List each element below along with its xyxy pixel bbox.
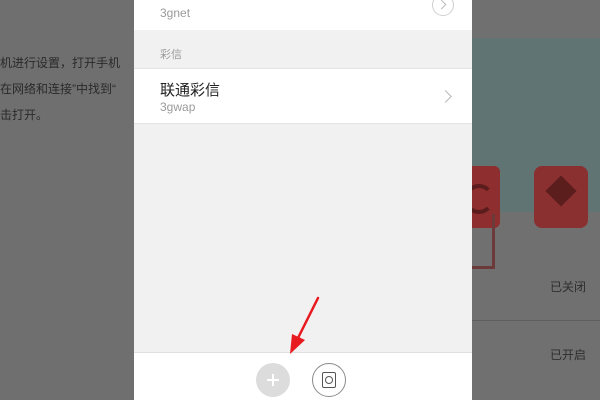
- apn-settings-screen: 3gnet 彩信 联通彩信 3gwap: [134, 0, 472, 400]
- mms-section-label: 彩信: [160, 49, 182, 61]
- divider: [134, 123, 472, 124]
- article-line-3: 击打开。: [0, 108, 49, 122]
- apn-item-subtitle: 3gwap: [160, 100, 196, 114]
- article-line-2: 在网络和连接”中找到“: [0, 82, 116, 96]
- status-off-label: 已关闭: [550, 280, 587, 294]
- add-apn-button[interactable]: [256, 363, 290, 397]
- background-divider: [472, 320, 600, 321]
- scan-icon[interactable]: [312, 363, 346, 397]
- apn-item-subtitle: 3gnet: [160, 6, 191, 20]
- background-banner-image: [472, 38, 600, 228]
- apn-item-3gnet[interactable]: 3gnet: [134, 0, 472, 30]
- background-article-left: 机进行设置，打开手机 在网络和连接”中找到“ 击打开。: [0, 0, 134, 400]
- article-line-1: 机进行设置，打开手机: [0, 56, 121, 70]
- background-article-right: 已关闭 已开启: [472, 0, 600, 400]
- apn-item-title: 联通彩信: [160, 82, 221, 99]
- chevron-right-icon: [439, 90, 452, 103]
- chevron-right-icon[interactable]: [432, 0, 454, 16]
- bottom-toolbar: [134, 352, 472, 400]
- status-on-label: 已开启: [550, 348, 587, 362]
- apn-item-mms[interactable]: 联通彩信 3gwap: [134, 69, 472, 123]
- background-frame: [472, 214, 495, 269]
